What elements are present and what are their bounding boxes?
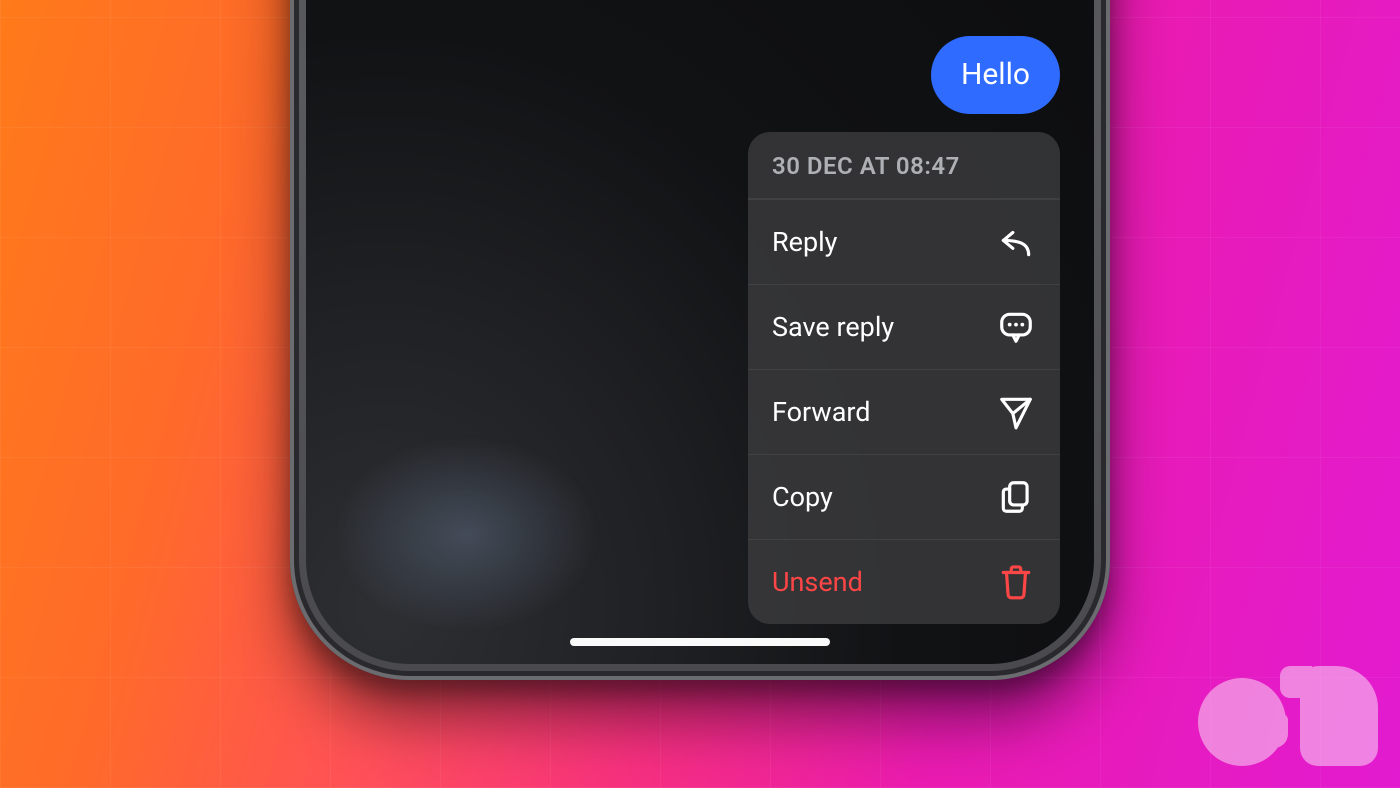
menu-item-label: Copy [772, 481, 833, 513]
phone-frame: Hello 30 DEC AT 08:47 Reply Save [290, 0, 1110, 680]
reply-arrow-icon [996, 222, 1036, 262]
menu-item-label: Save reply [772, 311, 894, 343]
brand-logo [1198, 666, 1378, 766]
message-context-menu: 30 DEC AT 08:47 Reply Save reply [748, 132, 1060, 624]
menu-item-label: Forward [772, 396, 871, 428]
menu-item-save-reply[interactable]: Save reply [748, 284, 1060, 369]
menu-item-label: Reply [772, 226, 837, 258]
paper-plane-icon [996, 392, 1036, 432]
menu-item-copy[interactable]: Copy [748, 454, 1060, 539]
sent-message-bubble[interactable]: Hello [931, 36, 1060, 114]
menu-item-forward[interactable]: Forward [748, 369, 1060, 454]
brand-logo-t [1300, 666, 1378, 766]
screen-glow [306, 394, 656, 664]
menu-item-reply[interactable]: Reply [748, 199, 1060, 284]
menu-item-label: Unsend [772, 566, 863, 598]
speech-bubble-ellipsis-icon [996, 307, 1036, 347]
menu-item-unsend[interactable]: Unsend [748, 539, 1060, 624]
home-indicator[interactable] [570, 638, 830, 646]
hero-image: Hello 30 DEC AT 08:47 Reply Save [0, 0, 1400, 788]
context-menu-timestamp: 30 DEC AT 08:47 [748, 132, 1060, 199]
trash-icon [996, 562, 1036, 602]
phone-screen: Hello 30 DEC AT 08:47 Reply Save [306, 0, 1094, 664]
brand-logo-g [1198, 678, 1286, 766]
copy-documents-icon [996, 477, 1036, 517]
